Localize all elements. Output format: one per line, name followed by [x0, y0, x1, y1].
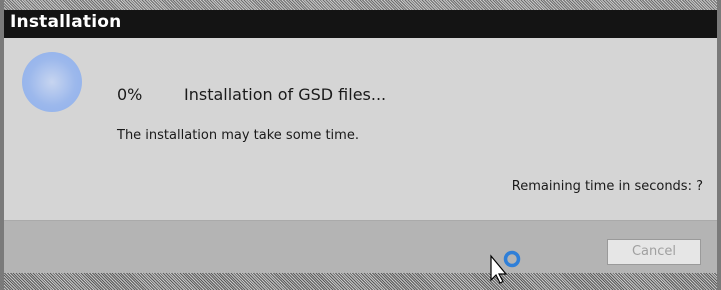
remaining-time: Remaining time in seconds: ? — [511, 179, 703, 194]
window-title: Installation — [10, 12, 122, 32]
busy-cursor-icon — [490, 250, 521, 284]
progress-panel: 0% Installation of GSD files... The inst… — [4, 38, 717, 220]
installation-dialog: Installation 0% Installation of GSD file… — [0, 0, 721, 290]
progress-percent: 0% — [117, 85, 143, 104]
titlebar: Installation — [4, 0, 717, 38]
titlebar-inner: Installation — [4, 10, 717, 38]
bottom-border — [4, 273, 717, 290]
progress-subtext: The installation may take some time. — [117, 128, 359, 143]
dialog-footer: Cancel — [4, 220, 717, 274]
progress-heading: Installation of GSD files... — [184, 85, 387, 104]
cancel-button[interactable]: Cancel — [607, 239, 701, 265]
progress-spinner-icon — [22, 52, 82, 112]
